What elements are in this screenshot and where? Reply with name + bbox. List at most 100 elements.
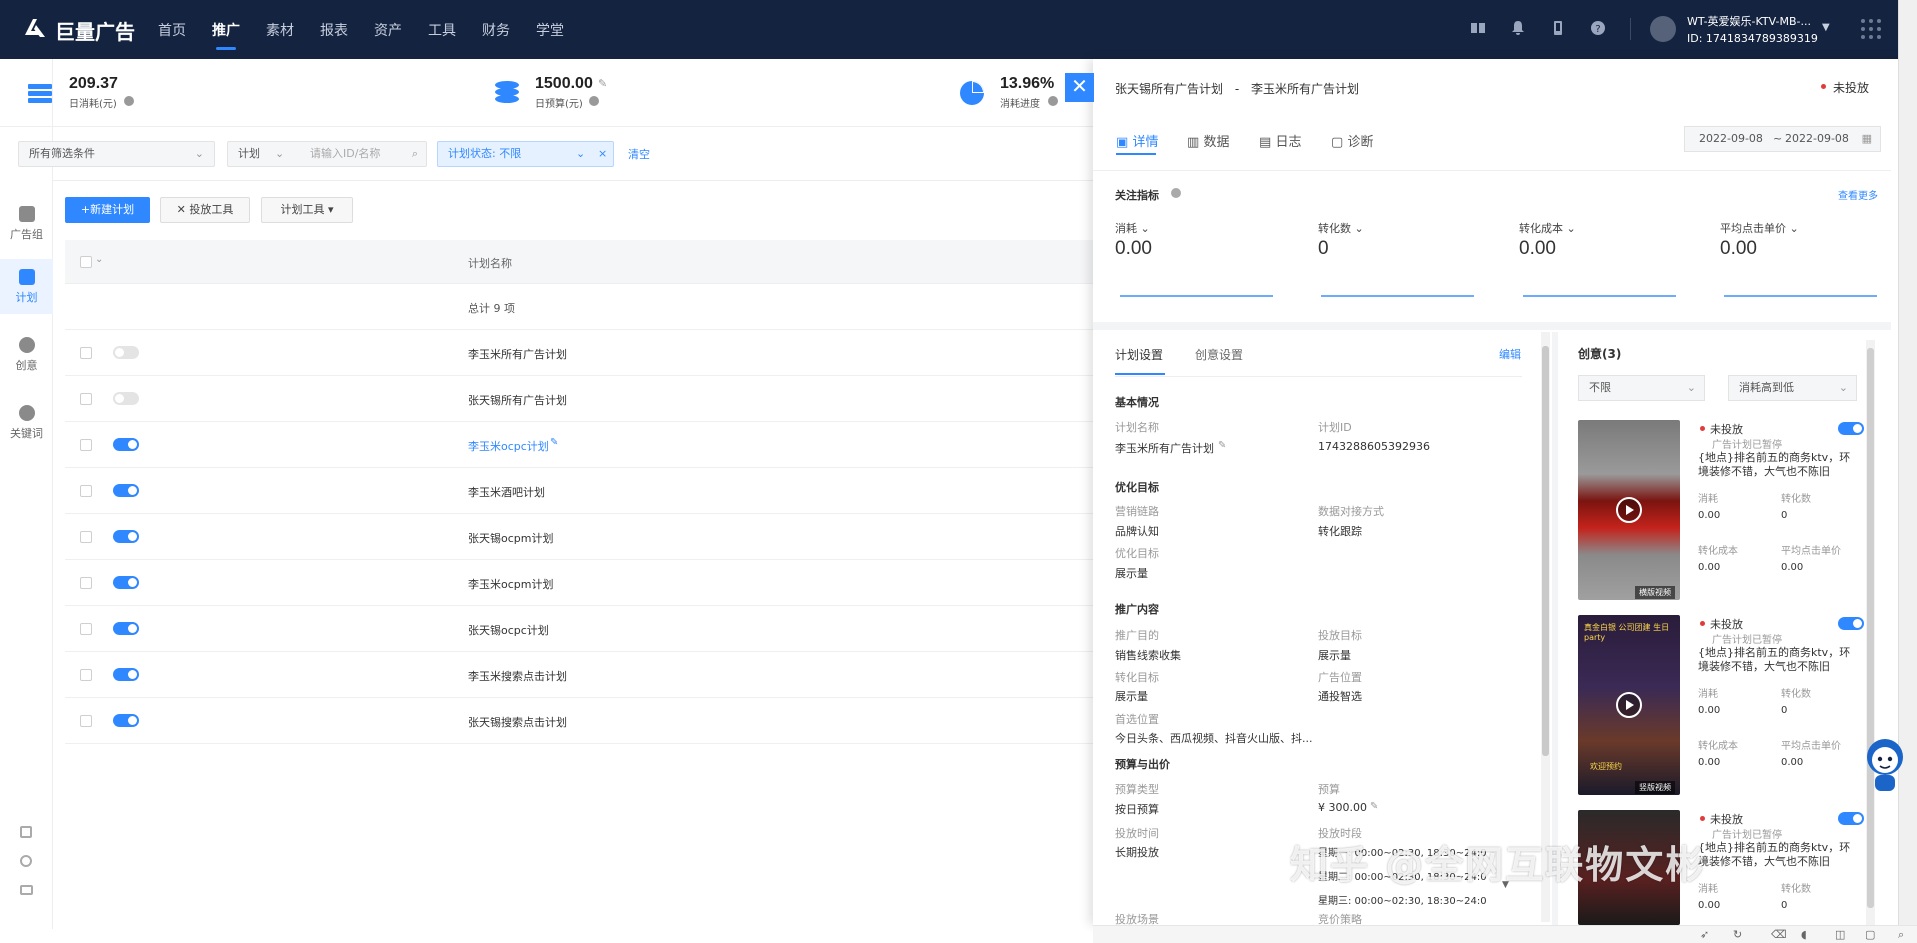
table-row[interactable]: 李玉米所有广告计划 <box>65 330 1093 376</box>
close-icon[interactable]: × <box>598 142 607 166</box>
plan-name[interactable]: 张天锡ocpm计划 <box>468 530 553 546</box>
nav-report[interactable]: 报表 <box>320 20 348 40</box>
help-icon[interactable]: ? <box>1590 20 1606 36</box>
table-row[interactable]: 李玉米ocpm计划 <box>65 560 1093 606</box>
sidebar-item-plan[interactable]: 计划 <box>0 259 53 314</box>
assistant-mascot-icon[interactable] <box>1862 735 1908 795</box>
plan-tools-button[interactable]: 计划工具 ▾ <box>261 197 353 223</box>
column-header-plan-name[interactable]: 计划名称 <box>468 255 512 271</box>
trash-icon[interactable]: ⌫ <box>1771 928 1787 941</box>
nav-academy[interactable]: 学堂 <box>536 20 564 40</box>
plan-status-toggle[interactable] <box>113 346 139 359</box>
edit-icon[interactable]: ✎ <box>1370 801 1378 812</box>
delivery-tools-button[interactable]: ✕ 投放工具 <box>160 197 250 223</box>
table-row[interactable]: 李玉米搜索点击计划 <box>65 652 1093 698</box>
nav-promotion[interactable]: 推广 <box>212 20 240 50</box>
row-checkbox[interactable] <box>80 623 92 635</box>
sitemap-icon[interactable] <box>20 826 32 838</box>
row-checkbox[interactable] <box>80 715 92 727</box>
row-checkbox[interactable] <box>80 439 92 451</box>
creative-title[interactable]: {地点}排名前五的商务ktv，环境装修不错，大气也不陈旧 <box>1698 841 1858 869</box>
nav-tools[interactable]: 工具 <box>428 20 456 40</box>
tab-creative-settings[interactable]: 创意设置 <box>1195 346 1243 363</box>
view-more-link[interactable]: 查看更多 <box>1838 187 1878 202</box>
tab-plan-settings[interactable]: 计划设置 <box>1115 346 1163 363</box>
help-icon[interactable] <box>589 96 599 106</box>
sidebar-item-creative[interactable]: 创意 <box>0 327 53 382</box>
brand-logo-icon[interactable] <box>22 15 48 41</box>
scrollbar-thumb[interactable] <box>1867 348 1874 908</box>
scrollbar-thumb[interactable] <box>1542 346 1549 756</box>
row-checkbox[interactable] <box>80 669 92 681</box>
help-icon[interactable] <box>1048 96 1058 106</box>
metric-cost-label[interactable]: 转化成本 ⌄ <box>1519 220 1576 236</box>
plan-name[interactable]: 张天锡ocpc计划 <box>468 622 549 638</box>
book-icon[interactable] <box>1470 20 1486 36</box>
refresh-icon[interactable]: ↻ <box>1733 928 1742 941</box>
play-icon[interactable] <box>1616 692 1642 718</box>
help-icon[interactable] <box>1171 188 1181 198</box>
row-checkbox[interactable] <box>80 531 92 543</box>
close-panel-button[interactable]: ✕ <box>1065 73 1094 102</box>
status-filter-chip[interactable]: 计划状态: 不限 ⌄ × <box>437 141 614 167</box>
plan-name[interactable]: 李玉米所有广告计划 <box>468 346 567 362</box>
tab-log[interactable]: ▤ 日志 <box>1259 131 1301 150</box>
message-icon[interactable] <box>20 885 33 895</box>
nav-home[interactable]: 首页 <box>158 20 186 40</box>
sidebar-item-adgroup[interactable]: 广告组 <box>0 196 53 251</box>
sound-icon[interactable]: ◖ <box>1801 928 1807 941</box>
compass-icon[interactable] <box>20 855 32 867</box>
window-icon[interactable]: ▢ <box>1865 928 1875 941</box>
plan-name[interactable]: 李玉米ocpm计划 <box>468 576 553 592</box>
metric-conversions-label[interactable]: 转化数 ⌄ <box>1318 220 1364 236</box>
scope-select[interactable]: 计划 <box>238 147 260 160</box>
date-range-picker[interactable]: 2022-09-08 ~ 2022-09-08 ▦ <box>1684 126 1881 152</box>
table-row[interactable]: 张天锡所有广告计划 <box>65 376 1093 422</box>
edit-icon[interactable]: ✎ <box>550 437 558 448</box>
table-row[interactable]: 李玉米ocpc计划 ✎ <box>65 422 1093 468</box>
plan-status-toggle[interactable] <box>113 714 139 727</box>
clear-filters-link[interactable]: 清空 <box>628 146 650 162</box>
all-conditions-select[interactable]: 所有筛选条件 ⌄ <box>18 141 215 167</box>
window-scrollbar[interactable] <box>1898 0 1917 943</box>
creative-filter-select[interactable]: 不限 ⌄ <box>1578 375 1705 401</box>
account-info[interactable]: WT-英爱娱乐-KTV-MB-... ID: 1741834789389319 <box>1687 13 1818 47</box>
tab-data[interactable]: ▥ 数据 <box>1187 131 1229 150</box>
plan-status-toggle[interactable] <box>113 576 139 589</box>
phone-icon[interactable] <box>1550 20 1566 36</box>
search-icon[interactable]: ⌕ <box>412 142 418 166</box>
creative-toggle[interactable] <box>1838 812 1864 825</box>
row-checkbox[interactable] <box>80 577 92 589</box>
plan-status-toggle[interactable] <box>113 668 139 681</box>
chevron-down-icon[interactable]: ⌄ <box>95 254 103 265</box>
plan-status-toggle[interactable] <box>113 530 139 543</box>
creative-toggle[interactable] <box>1838 617 1864 630</box>
plan-name[interactable]: 张天锡所有广告计划 <box>468 392 567 408</box>
edit-icon[interactable]: ✎ <box>598 77 607 90</box>
select-all-checkbox[interactable] <box>80 256 92 268</box>
creative-title[interactable]: {地点}排名前五的商务ktv，环境装修不错，大气也不陈旧 <box>1698 646 1858 674</box>
row-checkbox[interactable] <box>80 347 92 359</box>
tab-diagnosis[interactable]: ▢ 诊断 <box>1331 131 1373 150</box>
plan-status-toggle[interactable] <box>113 484 139 497</box>
play-icon[interactable] <box>1616 497 1642 523</box>
help-icon[interactable] <box>124 96 134 106</box>
plan-name[interactable]: 张天锡搜索点击计划 <box>468 714 567 730</box>
row-checkbox[interactable] <box>80 393 92 405</box>
search-input[interactable]: 请输入ID/名称 <box>310 142 380 166</box>
plan-name[interactable]: 李玉米搜索点击计划 <box>468 668 567 684</box>
avatar[interactable] <box>1650 16 1676 42</box>
table-row[interactable]: 李玉米酒吧计划 <box>65 468 1093 514</box>
creative-toggle[interactable] <box>1838 422 1864 435</box>
plan-name[interactable]: 李玉米ocpc计划 <box>468 438 549 454</box>
search-icon[interactable]: ⌕ <box>1898 928 1904 942</box>
split-icon[interactable]: ◫ <box>1835 928 1845 941</box>
plan-status-toggle[interactable] <box>113 392 139 405</box>
creative-sort-select[interactable]: 消耗高到低 ⌄ <box>1728 375 1857 401</box>
table-row[interactable]: 张天锡ocpc计划 <box>65 606 1093 652</box>
plan-status-toggle[interactable] <box>113 438 139 451</box>
nav-material[interactable]: 素材 <box>266 20 294 40</box>
row-checkbox[interactable] <box>80 485 92 497</box>
metric-cpc-label[interactable]: 平均点击单价 ⌄ <box>1720 220 1799 236</box>
table-row[interactable]: 张天锡ocpm计划 <box>65 514 1093 560</box>
